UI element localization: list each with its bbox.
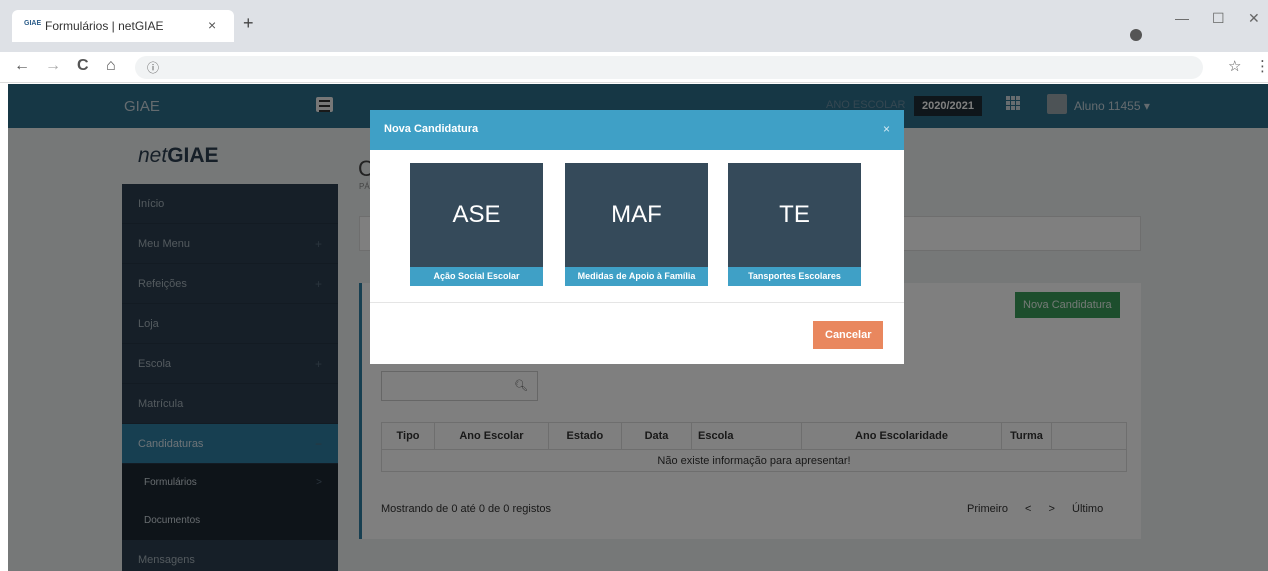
bookmark-star-icon[interactable]: ☆ (1228, 57, 1241, 75)
browser-tab[interactable]: GIAE Formulários | netGIAE × (12, 10, 234, 42)
modal-footer: Cancelar (370, 303, 904, 363)
close-icon[interactable]: × (883, 122, 890, 136)
tile-abbr: MAF (611, 201, 662, 228)
back-icon[interactable]: ← (14, 57, 30, 75)
tile-maf[interactable]: MAF Medidas de Apoio à Família (565, 163, 708, 286)
window-close-button[interactable]: ✕ (1248, 10, 1260, 27)
browser-toolbar: ← → C ⌂ ⓘ ☆ ⋮ (0, 52, 1268, 83)
tab-title: Formulários | netGIAE (45, 19, 164, 33)
tile-abbr: TE (779, 201, 810, 228)
home-icon[interactable]: ⌂ (106, 57, 116, 75)
minimize-button[interactable]: — (1175, 10, 1189, 26)
cancel-button[interactable]: Cancelar (813, 321, 884, 349)
browser-tabstrip: GIAE Formulários | netGIAE × + — ☐ ✕ (0, 0, 1268, 52)
forward-icon[interactable]: → (45, 57, 61, 75)
tile-label: Medidas de Apoio à Família (565, 267, 708, 286)
new-tab-button[interactable]: + (243, 14, 254, 32)
tab-close-icon[interactable]: × (208, 17, 216, 33)
nova-candidatura-modal: Nova Candidatura × ASE Ação Social Escol… (370, 110, 904, 364)
site-info-icon[interactable]: ⓘ (147, 59, 159, 76)
modal-title: Nova Candidatura (384, 123, 479, 135)
maximize-button[interactable]: ☐ (1212, 10, 1225, 27)
modal-header: Nova Candidatura × (370, 110, 904, 150)
browser-menu-icon[interactable]: ⋮ (1255, 57, 1268, 75)
modal-body: ASE Ação Social Escolar MAF Medidas de A… (370, 150, 904, 303)
tile-ase[interactable]: ASE Ação Social Escolar (410, 163, 543, 286)
giae-favicon-icon: GIAE (24, 20, 42, 27)
tile-label: Tansportes Escolares (728, 267, 861, 286)
tile-te[interactable]: TE Tansportes Escolares (728, 163, 861, 286)
tile-abbr: ASE (452, 201, 501, 228)
tile-label: Ação Social Escolar (410, 267, 543, 286)
reload-icon[interactable]: C (77, 57, 89, 75)
profile-icon[interactable] (1130, 29, 1142, 41)
address-bar[interactable]: ⓘ (135, 56, 1203, 79)
